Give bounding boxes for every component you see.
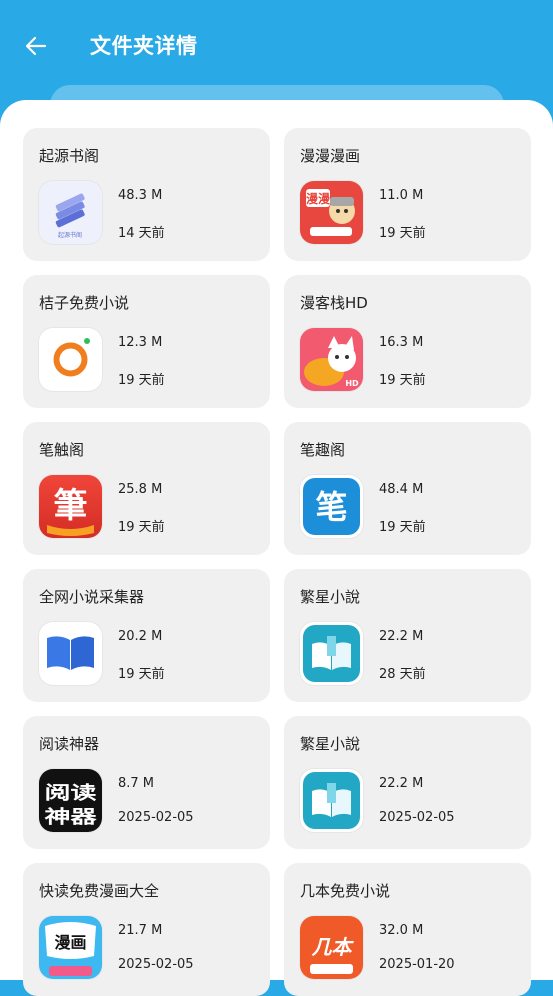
cat-icon: HD — [300, 328, 363, 391]
folder-time: 2025-02-05 — [118, 810, 194, 825]
folder-size: 8.7 M — [118, 776, 155, 791]
folder-name: 桔子免费小说 — [39, 294, 130, 312]
folder-time: 2025-02-05 — [118, 957, 194, 972]
brush-char-icon: 筆 — [39, 475, 102, 538]
folder-time: 19 天前 — [379, 520, 426, 535]
folder-card[interactable]: 繁星小說 22.2 M 28 天前 — [284, 569, 531, 702]
folder-name: 笔触阁 — [39, 441, 85, 459]
folder-name: 繁星小說 — [300, 588, 361, 606]
comic-icon: 漫漫 — [300, 181, 363, 244]
back-button[interactable] — [18, 28, 54, 64]
folder-name: 阅读神器 — [39, 735, 100, 753]
folder-card[interactable]: 桔子免费小说 12.3 M 19 天前 — [23, 275, 270, 408]
orange-ring-icon — [39, 328, 102, 391]
folder-size: 16.3 M — [379, 335, 424, 350]
folder-card[interactable]: 笔趣阁 笔 48.4 M 19 天前 — [284, 422, 531, 555]
star-book-icon — [300, 622, 363, 685]
folder-card[interactable]: 笔触阁 筆 25.8 M 19 天前 — [23, 422, 270, 555]
open-book-icon — [39, 622, 102, 685]
svg-text:起源书阁: 起源书阁 — [58, 231, 82, 239]
folder-card[interactable]: 起源书阁 起源书阁 48.3 M 14 天前 — [23, 128, 270, 261]
folder-card[interactable]: 快读免费漫画大全 漫画 21.7 M 2025-02-05 — [23, 863, 270, 996]
folder-size: 20.2 M — [118, 629, 163, 644]
jiben-icon: 几本 — [300, 916, 363, 979]
folder-time: 19 天前 — [118, 520, 165, 535]
folder-size: 25.8 M — [118, 482, 163, 497]
folder-name: 全网小说采集器 — [39, 588, 145, 606]
folder-size: 21.7 M — [118, 923, 163, 938]
folder-card[interactable]: 漫漫漫画 漫漫 11.0 M 19 天前 — [284, 128, 531, 261]
folder-time: 14 天前 — [118, 226, 165, 241]
reading-tool-icon: 阅读 神器 — [39, 769, 102, 832]
page-title: 文件夹详情 — [90, 34, 198, 58]
folder-size: 48.3 M — [118, 188, 163, 203]
folder-size: 32.0 M — [379, 923, 424, 938]
manga-bubble-icon: 漫画 — [39, 916, 102, 979]
folder-size: 11.0 M — [379, 188, 424, 203]
svg-text:笔: 笔 — [315, 488, 347, 526]
arrow-left-icon — [25, 36, 47, 56]
folder-card[interactable]: 繁星小說 22.2 M 2025-02-05 — [284, 716, 531, 849]
svg-text:HD: HD — [345, 379, 359, 388]
folder-time: 2025-01-20 — [379, 957, 455, 972]
folder-time: 28 天前 — [379, 667, 426, 682]
folder-name: 起源书阁 — [39, 147, 100, 165]
folder-grid: 起源书阁 起源书阁 48.3 M 14 天前 漫漫漫画 漫漫 11.0 M 19… — [23, 128, 531, 996]
folder-time: 19 天前 — [118, 373, 165, 388]
folder-time: 19 天前 — [379, 373, 426, 388]
svg-text:神器: 神器 — [45, 806, 98, 828]
folder-name: 漫漫漫画 — [300, 147, 361, 165]
folder-name: 几本免费小说 — [300, 882, 391, 900]
folder-size: 48.4 M — [379, 482, 424, 497]
folder-card[interactable]: 全网小说采集器 20.2 M 19 天前 — [23, 569, 270, 702]
folder-name: 漫客栈HD — [300, 294, 368, 312]
book-stack-icon: 起源书阁 — [39, 181, 102, 244]
folder-name: 快读免费漫画大全 — [39, 882, 160, 900]
pen-char-icon: 笔 — [300, 475, 363, 538]
folder-size: 22.2 M — [379, 629, 424, 644]
svg-text:漫漫: 漫漫 — [306, 191, 331, 206]
folder-card[interactable]: 几本免费小说 几本 32.0 M 2025-01-20 — [284, 863, 531, 996]
svg-text:几本: 几本 — [312, 935, 355, 959]
svg-text:阅读: 阅读 — [45, 782, 97, 804]
svg-text:漫画: 漫画 — [54, 933, 86, 952]
folder-card[interactable]: 漫客栈HD HD 16.3 M 19 天前 — [284, 275, 531, 408]
folder-time: 19 天前 — [118, 667, 165, 682]
folder-name: 笔趣阁 — [300, 441, 346, 459]
folder-size: 12.3 M — [118, 335, 163, 350]
star-book-icon — [300, 769, 363, 832]
folder-time: 2025-02-05 — [379, 810, 455, 825]
folder-card[interactable]: 阅读神器 阅读 神器 8.7 M 2025-02-05 — [23, 716, 270, 849]
svg-text:筆: 筆 — [54, 486, 88, 526]
folder-name: 繁星小說 — [300, 735, 361, 753]
folder-time: 19 天前 — [379, 226, 426, 241]
folder-size: 22.2 M — [379, 776, 424, 791]
